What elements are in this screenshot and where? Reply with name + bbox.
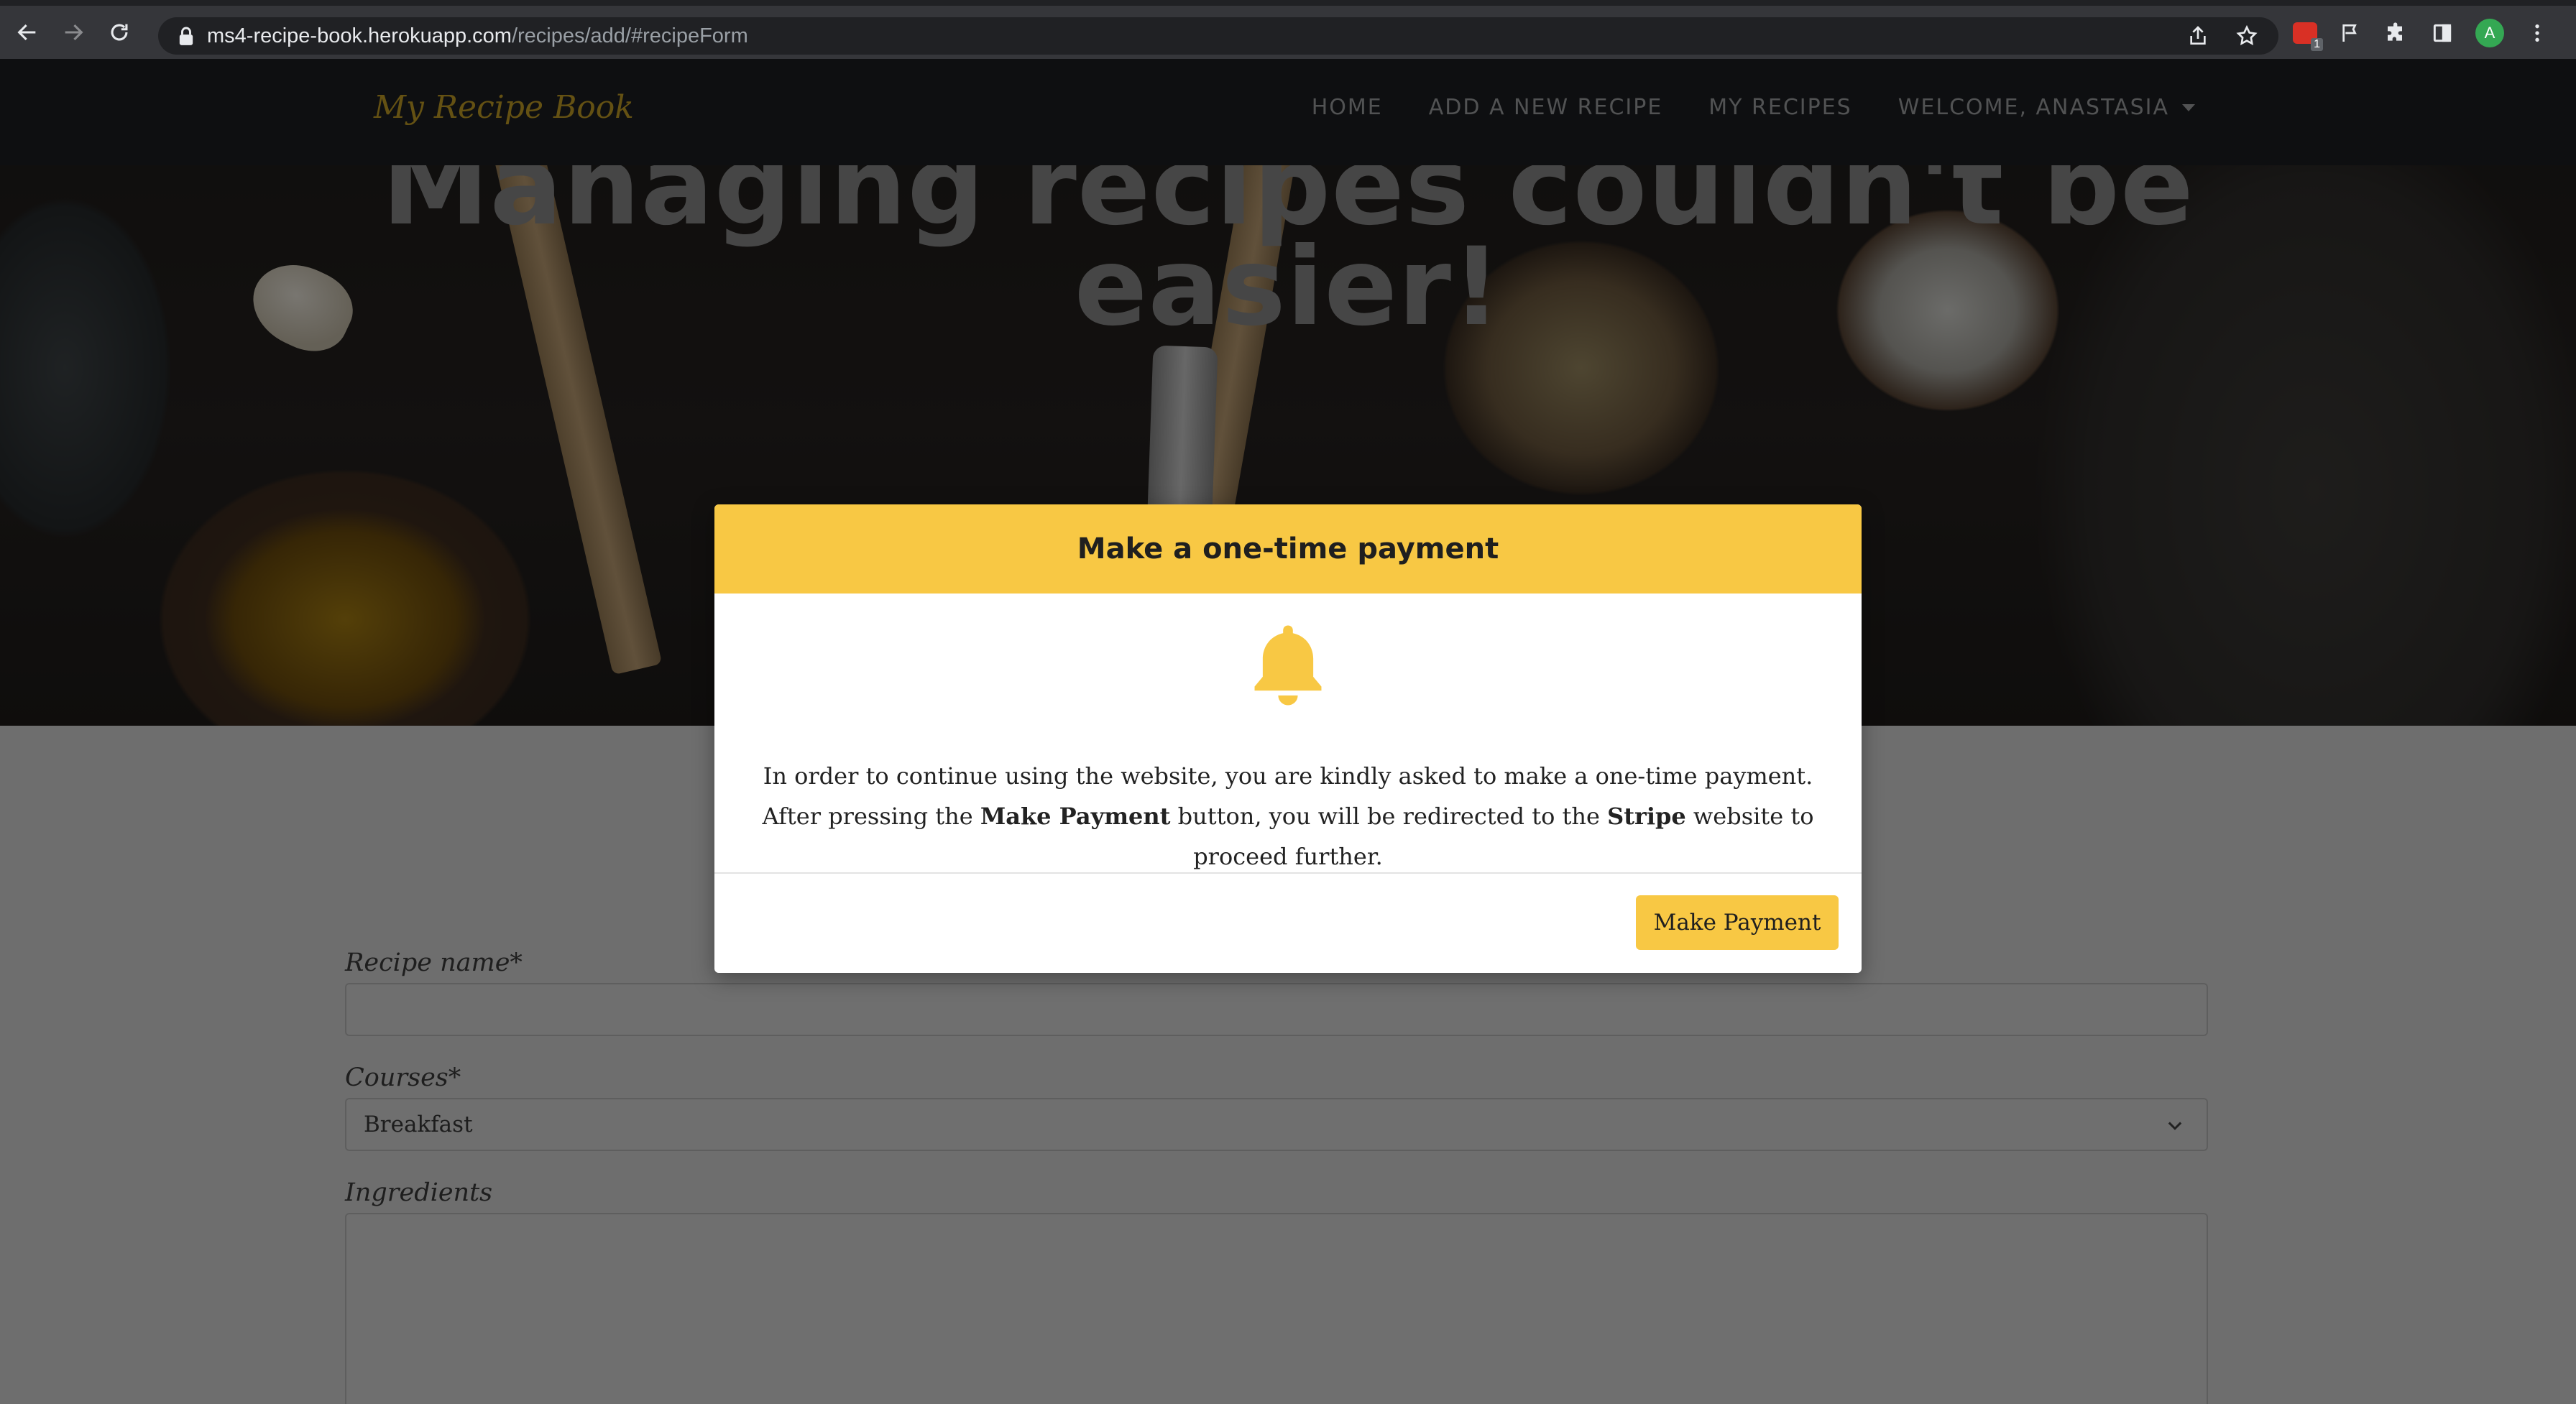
modal-header: Make a one-time payment bbox=[714, 504, 1862, 594]
more-menu-icon[interactable] bbox=[2524, 20, 2550, 46]
payment-modal: Make a one-time payment In order to cont… bbox=[714, 504, 1862, 973]
make-payment-button[interactable]: Make Payment bbox=[1636, 895, 1839, 950]
bell-icon bbox=[1254, 625, 1322, 706]
extension-flag-icon[interactable] bbox=[2337, 20, 2363, 46]
extensions-puzzle-icon[interactable] bbox=[2383, 20, 2409, 46]
lock-icon bbox=[179, 27, 193, 45]
web-page: Managing recipes couldn't be easier! My … bbox=[0, 59, 2576, 1404]
reload-icon[interactable] bbox=[101, 14, 138, 51]
profile-avatar[interactable]: A bbox=[2475, 19, 2504, 47]
url-text: ms4-recipe-book.herokuapp.com/recipes/ad… bbox=[207, 24, 748, 47]
address-bar[interactable]: ms4-recipe-book.herokuapp.com/recipes/ad… bbox=[158, 17, 2278, 55]
forward-icon[interactable] bbox=[55, 14, 92, 51]
back-icon[interactable] bbox=[9, 14, 46, 51]
extension-badge-icon[interactable] bbox=[2293, 22, 2324, 51]
modal-footer: Make Payment bbox=[714, 872, 1862, 973]
bookmark-star-icon[interactable] bbox=[2235, 24, 2258, 47]
browser-toolbar: ms4-recipe-book.herokuapp.com/recipes/ad… bbox=[0, 0, 2576, 59]
modal-message: In order to continue using the website, … bbox=[762, 762, 1814, 870]
modal-title: Make a one-time payment bbox=[1077, 532, 1499, 565]
share-icon[interactable] bbox=[2186, 24, 2209, 47]
side-panel-icon[interactable] bbox=[2429, 20, 2455, 46]
